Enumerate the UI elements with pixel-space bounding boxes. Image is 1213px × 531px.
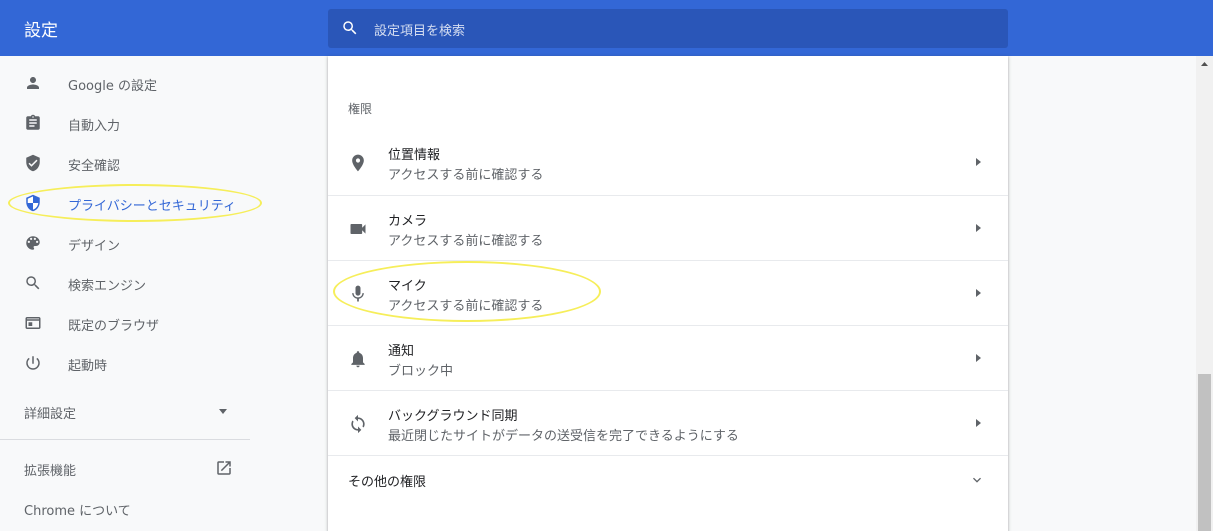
search-input[interactable]: 設定項目を検索	[374, 20, 465, 39]
arrow-right-icon	[976, 289, 981, 297]
sidebar-item-search-engine[interactable]: 検索エンジン	[0, 263, 252, 303]
page-title: 設定	[24, 21, 58, 41]
row-subtitle: アクセスする前に確認する	[388, 168, 544, 183]
shield-check-icon	[26, 154, 40, 172]
app-header: 設定 設定項目を検索	[0, 0, 1213, 56]
arrow-right-icon	[976, 419, 981, 427]
row-title: バックグラウンド同期	[388, 409, 518, 424]
row-subtitle: 最近閉じたサイトがデータの送受信を完了できるようにする	[388, 429, 739, 444]
sidebar-item-appearance[interactable]: デザイン	[0, 223, 252, 263]
arrow-right-icon	[976, 158, 981, 166]
location-pin-icon	[352, 154, 364, 172]
search-icon	[343, 21, 357, 35]
section-title: 権限	[348, 102, 373, 116]
sidebar-item-about[interactable]: Chrome について	[0, 488, 252, 528]
bell-icon	[351, 351, 365, 368]
sync-icon	[351, 414, 365, 434]
sidebar-item-label: 既定のブラウザ	[68, 319, 160, 334]
browser-icon	[25, 317, 41, 329]
row-subtitle: アクセスする前に確認する	[388, 234, 544, 249]
sidebar-item-label: 検索エンジン	[68, 279, 147, 294]
power-icon	[26, 356, 40, 370]
arrow-right-icon	[976, 224, 981, 232]
sidebar-item-label: 自動入力	[68, 119, 121, 134]
permission-row-camera[interactable]: カメラ アクセスする前に確認する	[328, 195, 1008, 260]
permissions-card: 権限 位置情報 アクセスする前に確認する カメラ アクセスする前に確認する マイ…	[328, 56, 1008, 531]
arrow-right-icon	[976, 354, 981, 362]
extensions-label: 拡張機能	[24, 464, 77, 479]
permission-row-background-sync[interactable]: バックグラウンド同期 最近閉じたサイトがデータの送受信を完了できるようにする	[328, 390, 1008, 455]
row-title: カメラ	[388, 214, 428, 229]
search-box[interactable]: 設定項目を検索	[328, 9, 1008, 48]
about-label: Chrome について	[24, 504, 131, 519]
sidebar-divider	[0, 439, 250, 440]
search-icon	[26, 276, 40, 290]
sidebar-item-label: Google の設定	[68, 79, 157, 94]
sidebar-item-on-startup[interactable]: 起動時	[0, 343, 252, 383]
more-permissions-row[interactable]: その他の権限	[328, 455, 1008, 503]
sidebar-item-autofill[interactable]: 自動入力	[0, 103, 252, 143]
scrollbar[interactable]	[1196, 56, 1213, 531]
highlight-annotation-privacy	[8, 184, 262, 222]
clipboard-icon	[26, 114, 40, 130]
sidebar-item-google[interactable]: Google の設定	[0, 63, 252, 103]
highlight-annotation-microphone	[333, 261, 601, 322]
sidebar-item-label: 起動時	[68, 359, 108, 374]
caret-down-icon	[219, 409, 227, 414]
person-icon	[27, 77, 39, 89]
camera-icon	[350, 224, 366, 234]
sidebar-item-label: 安全確認	[68, 159, 121, 174]
row-subtitle: ブロック中	[388, 364, 454, 379]
palette-icon	[26, 236, 40, 250]
row-title: 通知	[388, 344, 415, 359]
permission-row-notifications[interactable]: 通知 ブロック中	[328, 325, 1008, 390]
sidebar-item-label: デザイン	[68, 239, 121, 254]
scrollbar-thumb[interactable]	[1198, 374, 1211, 531]
sidebar-item-extensions[interactable]: 拡張機能	[0, 448, 252, 488]
sidebar: Google の設定 自動入力 安全確認 プライバシーとセキュリティ デザイン …	[0, 56, 262, 531]
chevron-down-icon	[973, 477, 981, 483]
sidebar-item-safety-check[interactable]: 安全確認	[0, 143, 252, 183]
sidebar-item-default-browser[interactable]: 既定のブラウザ	[0, 303, 252, 343]
open-in-new-icon	[217, 461, 231, 475]
permission-row-location[interactable]: 位置情報 アクセスする前に確認する	[328, 130, 1008, 195]
sidebar-item-advanced[interactable]: 詳細設定	[0, 391, 252, 431]
advanced-label: 詳細設定	[24, 407, 77, 422]
scroll-up-arrow-icon[interactable]	[1196, 56, 1213, 73]
more-permissions-label: その他の権限	[348, 475, 427, 490]
row-title: 位置情報	[388, 148, 441, 163]
